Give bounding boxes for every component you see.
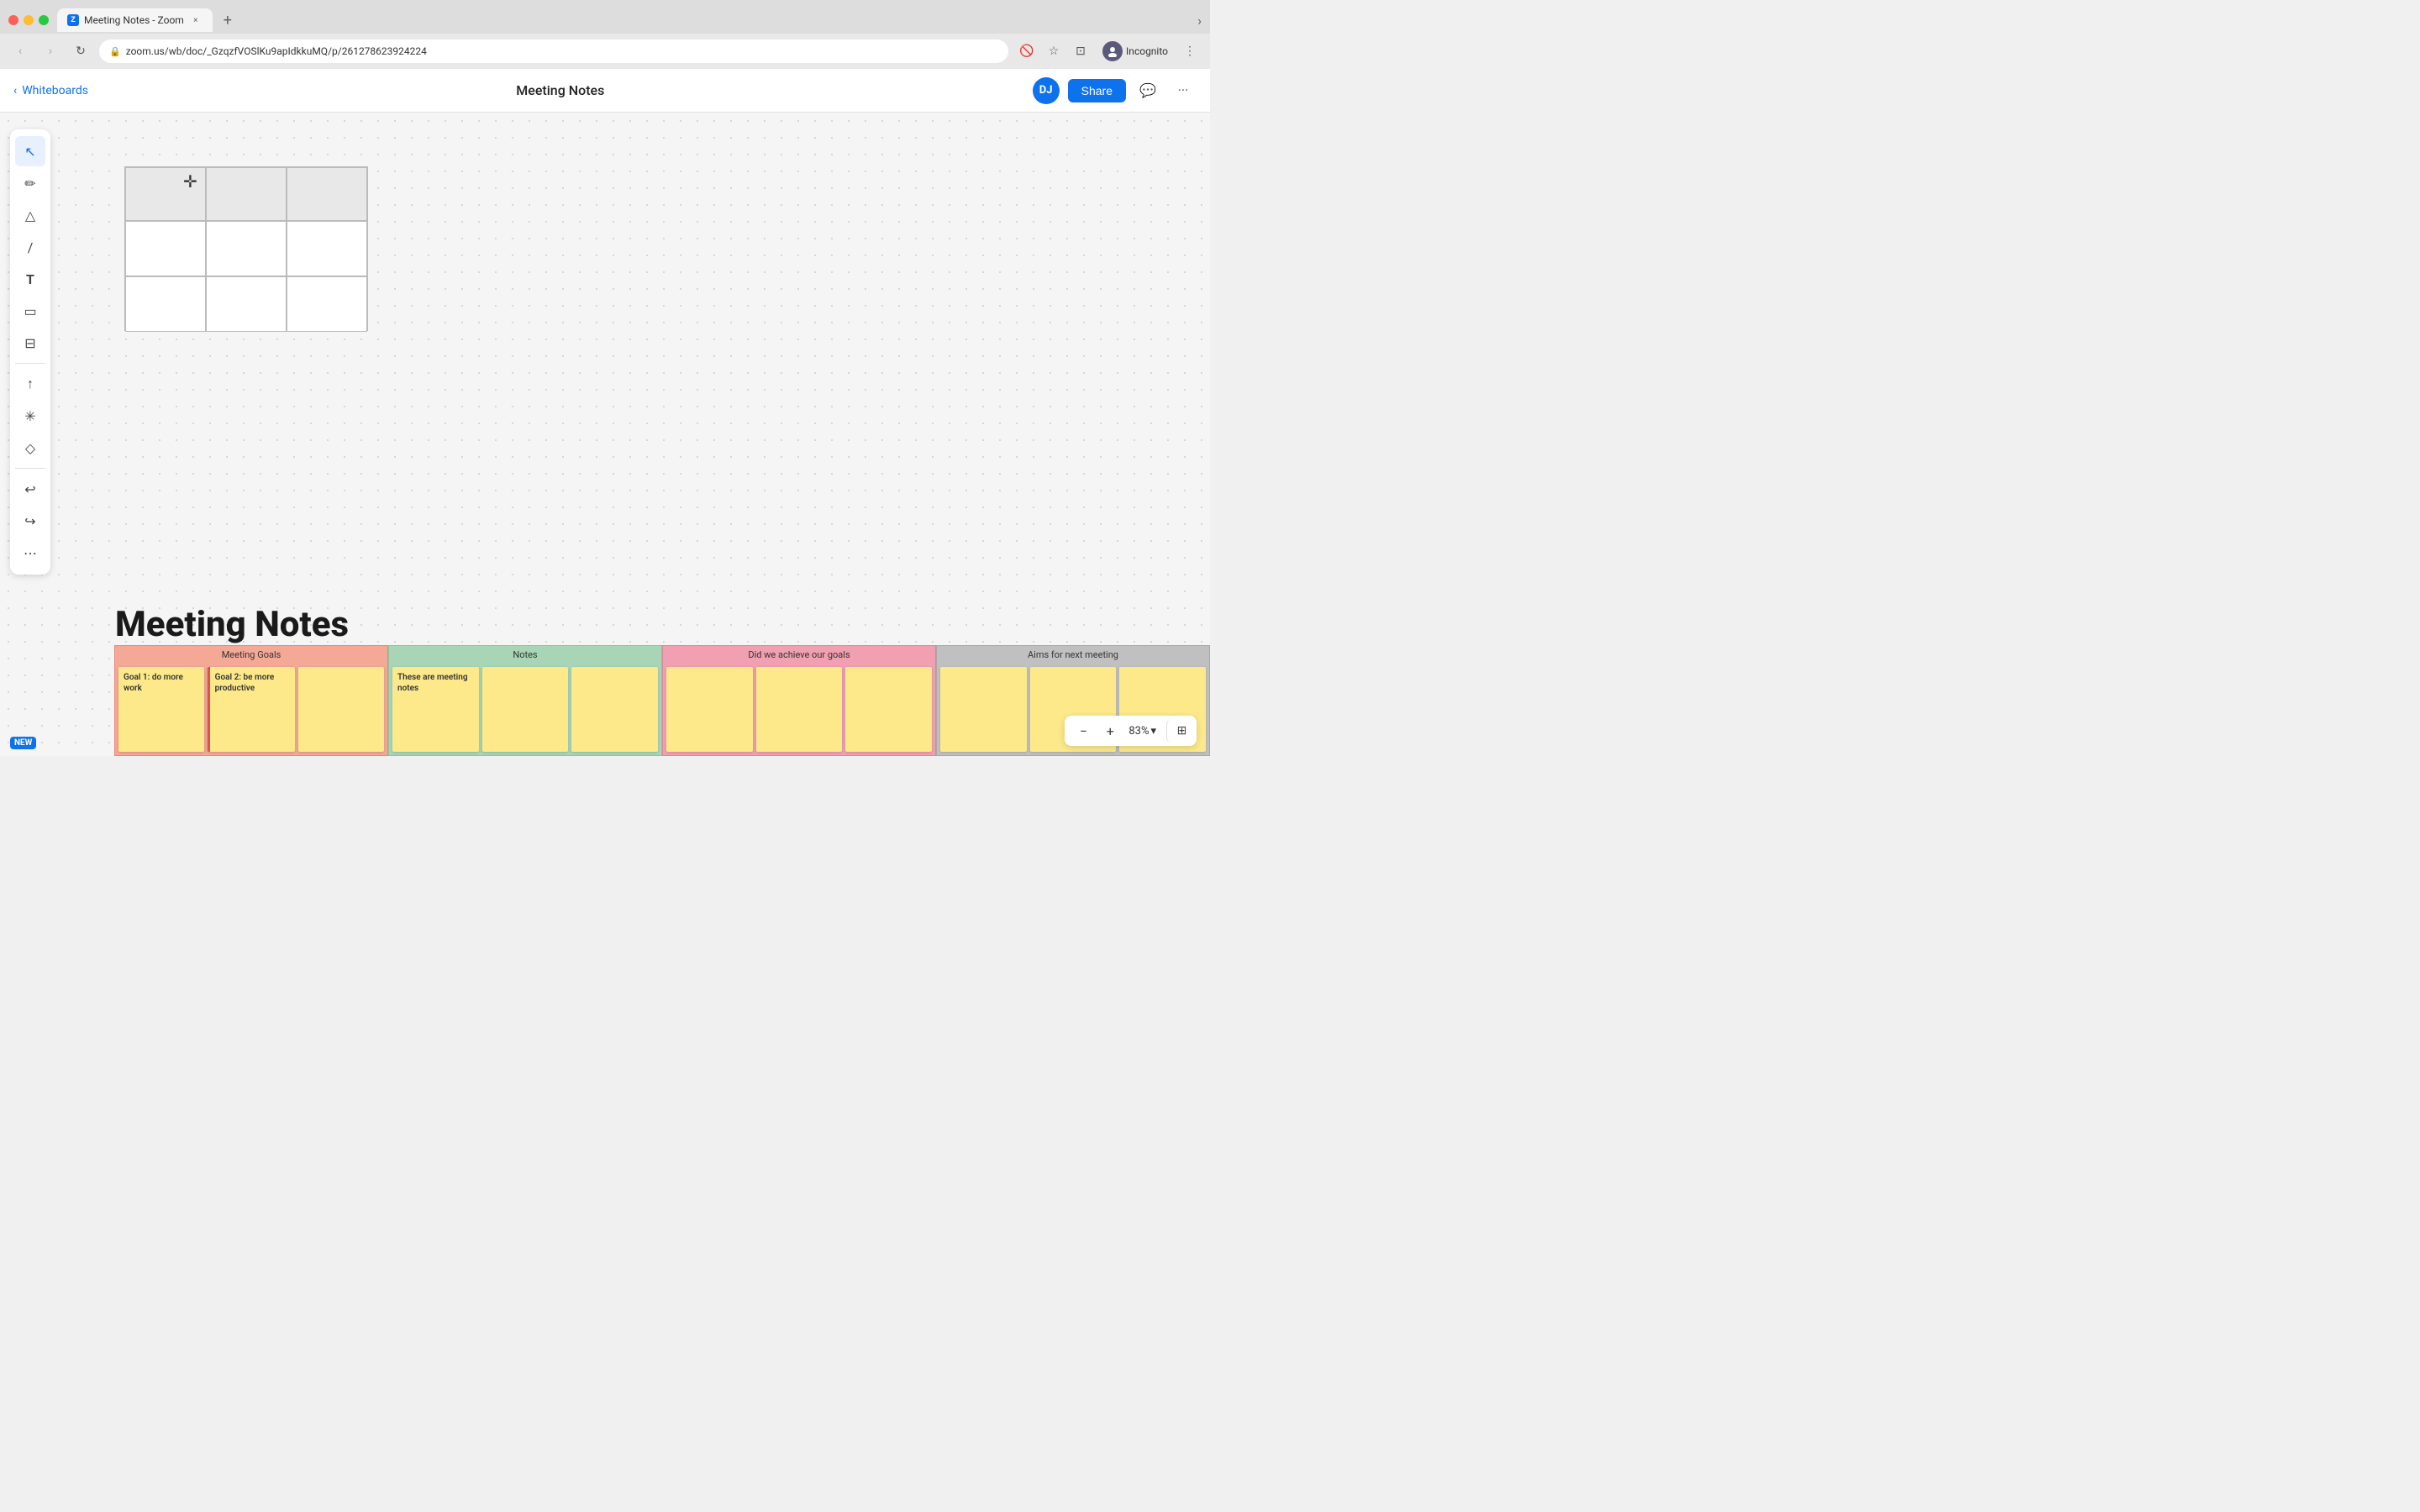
note-card-1[interactable]: These are meeting notes xyxy=(392,667,479,752)
tab-label: Meeting Notes - Zoom xyxy=(84,14,184,26)
incognito-label: Incognito xyxy=(1126,45,1168,57)
table-cell-r2c3 xyxy=(287,221,367,276)
incognito-button[interactable]: Incognito xyxy=(1096,39,1175,63)
zoom-level-text: 83% xyxy=(1128,725,1149,738)
table-cell-r3c2 xyxy=(206,276,287,332)
canvas-table xyxy=(124,166,368,331)
back-nav-label: Whiteboards xyxy=(22,84,88,97)
split-view-icon[interactable]: ⊡ xyxy=(1069,39,1092,63)
apps-icon[interactable]: ⊞ xyxy=(1166,719,1190,743)
erase-tool[interactable]: ◇ xyxy=(15,433,45,463)
browser-more-icon[interactable]: ⋮ xyxy=(1178,39,1202,63)
goals-header: Meeting Goals xyxy=(115,646,387,664)
achieved-card-2[interactable] xyxy=(756,667,843,752)
table-cell-header-2 xyxy=(206,167,287,221)
table-cell-header-3 xyxy=(287,167,367,221)
camera-off-icon[interactable]: 🚫 xyxy=(1015,39,1039,63)
achieved-card-3[interactable] xyxy=(845,667,932,752)
zoom-in-button[interactable]: + xyxy=(1098,719,1122,743)
close-button[interactable] xyxy=(8,15,18,25)
new-tab-button[interactable]: + xyxy=(216,8,239,32)
back-button[interactable]: ‹ xyxy=(8,39,32,63)
achieved-card-1[interactable] xyxy=(666,667,753,752)
board-section-achieved: Did we achieve our goals xyxy=(662,645,936,756)
browser-actions: 🚫 ☆ ⊡ Incognito ⋮ xyxy=(1015,39,1202,63)
goals-cards: Goal 1: do more work Goal 2: be more pro… xyxy=(115,664,387,755)
url-text: zoom.us/wb/doc/_GzqzfVOSlKu9apIdkkuMQ/p/… xyxy=(126,45,427,57)
zoom-controls: − + 83% ▾ ⊞ xyxy=(1065,716,1197,746)
pen-tool[interactable]: ✏ xyxy=(15,168,45,198)
line-tool[interactable]: / xyxy=(15,232,45,262)
maximize-button[interactable] xyxy=(39,15,49,25)
note-card-2[interactable] xyxy=(482,667,569,752)
more-tools-button[interactable]: ⋯ xyxy=(15,538,45,568)
notes-board: Meeting Goals Goal 1: do more work Goal … xyxy=(114,645,1210,756)
forward-button[interactable]: › xyxy=(39,39,62,63)
app-header: ‹ Whiteboards Meeting Notes DJ Share 💬 ·… xyxy=(0,69,1210,113)
undo-button[interactable]: ↩ xyxy=(15,474,45,504)
back-nav[interactable]: ‹ Whiteboards xyxy=(13,84,88,97)
tab-close-button[interactable]: × xyxy=(189,13,203,27)
tab-bar: Z Meeting Notes - Zoom × + › xyxy=(0,0,1210,34)
new-badge: NEW xyxy=(10,737,36,749)
redo-button[interactable]: ↪ xyxy=(15,506,45,536)
tab-overflow-chevron[interactable]: › xyxy=(1197,13,1202,29)
upload-tool[interactable]: ↑ xyxy=(15,369,45,399)
frame-tool[interactable]: ▭ xyxy=(15,296,45,326)
achieved-cards xyxy=(663,664,935,755)
zoom-chevron-icon: ▾ xyxy=(1150,725,1156,738)
table-cell-r2c2 xyxy=(206,221,287,276)
bookmark-icon[interactable]: ☆ xyxy=(1042,39,1065,63)
url-bar[interactable]: 🔒 zoom.us/wb/doc/_GzqzfVOSlKu9apIdkkuMQ/… xyxy=(99,39,1008,63)
table-cell-header-1 xyxy=(125,167,206,221)
table-cell-r3c1 xyxy=(125,276,206,332)
smart-tool[interactable]: ✳ xyxy=(15,401,45,431)
text-tool[interactable]: T xyxy=(15,264,45,294)
goal-card-3[interactable] xyxy=(298,667,384,752)
minimize-button[interactable] xyxy=(24,15,34,25)
select-tool[interactable]: ↖ xyxy=(15,136,45,166)
shape-tool[interactable]: △ xyxy=(15,200,45,230)
template-tool[interactable]: ⊟ xyxy=(15,328,45,358)
incognito-avatar xyxy=(1102,41,1123,61)
table-cell-r3c3 xyxy=(287,276,367,332)
board-section-goals: Meeting Goals Goal 1: do more work Goal … xyxy=(114,645,388,756)
header-actions: DJ Share 💬 ··· xyxy=(1033,77,1197,104)
active-tab[interactable]: Z Meeting Notes - Zoom × xyxy=(57,8,213,32)
page-title: Meeting Notes xyxy=(88,82,1033,98)
more-icon[interactable]: ··· xyxy=(1170,77,1197,104)
lock-icon: 🔒 xyxy=(109,46,121,57)
address-bar: ‹ › ↻ 🔒 zoom.us/wb/doc/_GzqzfVOSlKu9apId… xyxy=(0,34,1210,69)
tab-favicon: Z xyxy=(67,14,79,26)
board-section-notes: Notes These are meeting notes xyxy=(388,645,662,756)
notes-cards: These are meeting notes xyxy=(389,664,661,755)
left-toolbar: ↖ ✏ △ / T ▭ ⊟ ↑ ✳ ◇ ↩ ↪ ⋯ xyxy=(10,129,50,575)
browser-chrome: Z Meeting Notes - Zoom × + › ‹ › ↻ 🔒 zoo… xyxy=(0,0,1210,69)
comment-icon[interactable]: 💬 xyxy=(1134,77,1161,104)
traffic-lights xyxy=(8,15,49,25)
goal-card-2[interactable]: Goal 2: be more productive xyxy=(208,667,296,752)
toolbar-divider-2 xyxy=(15,468,45,469)
back-chevron-icon: ‹ xyxy=(13,84,17,97)
notes-header: Notes xyxy=(389,646,661,664)
canvas-area: ↖ ✏ △ / T ▭ ⊟ ↑ ✳ ◇ ↩ ↪ ⋯ NEW ✛ Meeting … xyxy=(0,113,1210,756)
share-button[interactable]: Share xyxy=(1068,79,1126,102)
achieved-header: Did we achieve our goals xyxy=(663,646,935,664)
aims-header: Aims for next meeting xyxy=(937,646,1209,664)
table-cell-r2c1 xyxy=(125,221,206,276)
aims-card-1[interactable] xyxy=(940,667,1027,752)
note-card-3[interactable] xyxy=(571,667,658,752)
goal-card-1[interactable]: Goal 1: do more work xyxy=(118,667,204,752)
zoom-out-button[interactable]: − xyxy=(1071,719,1095,743)
meeting-notes-heading: Meeting Notes xyxy=(115,604,349,645)
zoom-level[interactable]: 83% ▾ xyxy=(1125,725,1160,738)
toolbar-divider xyxy=(15,363,45,364)
avatar: DJ xyxy=(1033,77,1060,104)
refresh-button[interactable]: ↻ xyxy=(69,39,92,63)
